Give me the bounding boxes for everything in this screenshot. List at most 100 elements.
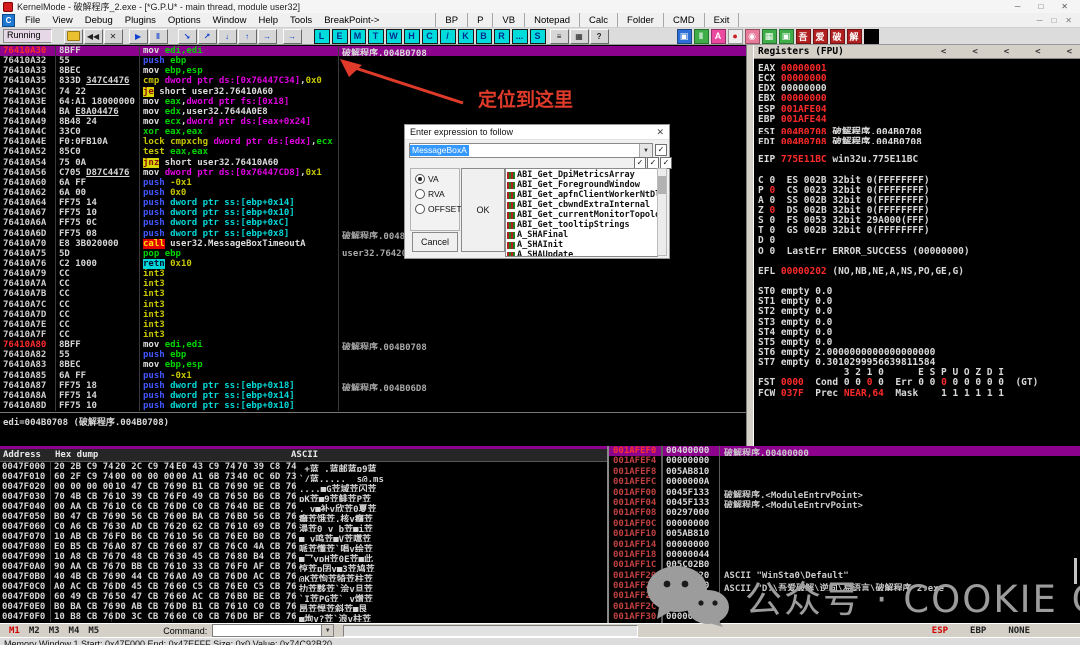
memory-tab-m3[interactable]: M3 (49, 626, 60, 636)
letter-button-C[interactable]: C (421, 28, 438, 44)
register-line[interactable]: EBP 001AFE44 (758, 114, 1080, 124)
disasm-row[interactable]: 76410A32 55 push ebp (0, 56, 746, 67)
radio-va[interactable]: VA (415, 174, 459, 184)
register-line[interactable]: ESI 004B0708 破解程序.004B0708 (758, 124, 1080, 134)
menu-calc[interactable]: Calc (579, 13, 617, 27)
register-line[interactable]: 3 2 1 0 E S P U O Z D I (758, 367, 1080, 377)
symbol-list-item[interactable]: A_SHAInit (506, 240, 657, 250)
register-line[interactable]: EFL 00000202 (NO,NB,NE,A,NS,PO,GE,G) (758, 266, 1080, 276)
hex-dump-row[interactable]: 0047F070 10 AB CB 76 F0 B6 CB 76 10 56 CB 7… (0, 532, 607, 542)
trace-into-button[interactable]: ↓ (217, 28, 237, 44)
menu-view[interactable]: View (46, 15, 78, 26)
register-line[interactable] (758, 164, 1080, 174)
dialog-title-bar[interactable]: Enter expression to follow ✕ (405, 125, 669, 140)
help-icon[interactable]: ? (589, 28, 609, 44)
register-line[interactable]: ST0 empty 0.0 (758, 286, 1080, 296)
mdi-child-icon[interactable]: C (2, 13, 15, 27)
register-line[interactable]: EIP 775E11BC win32u.775E11BC (758, 154, 1080, 164)
memory-tab-m1[interactable]: M1 (9, 626, 20, 636)
symbol-list-item[interactable]: ABI_Get_ForegroundWindow (506, 180, 657, 190)
step-over-button[interactable]: ↗ (197, 28, 217, 44)
register-line[interactable]: ST6 empty 2.0000000000000000000 (758, 347, 1080, 357)
stack-row[interactable]: 001AFEF8 005AB810 (609, 466, 1080, 478)
letter-button-H[interactable]: H (403, 28, 420, 44)
execute-till-return-button[interactable]: → (282, 28, 302, 44)
menu-notepad[interactable]: Notepad (524, 13, 579, 27)
collapse-icon[interactable]: < (1035, 47, 1040, 57)
menu-options[interactable]: Options (162, 15, 207, 26)
disasm-row[interactable]: 76410A83 8BEC mov ebp,esp (0, 360, 746, 371)
menu-vb[interactable]: VB (492, 13, 524, 27)
symbol-list-item[interactable]: A_SHAFinal (506, 230, 657, 240)
register-line[interactable]: FST 0000 Cond 0 0 0 0 Err 0 0 0 0 0 0 0 … (758, 377, 1080, 387)
grid-icon[interactable]: ▦ (569, 28, 589, 44)
symbol-list-item[interactable]: ABI_Get_apfnClientWorkerNtDll (506, 190, 657, 200)
green-screen-icon[interactable]: ▣ (778, 28, 794, 44)
stack-row[interactable]: 001AFF14 00000000 (609, 539, 1080, 550)
symbol-list-item[interactable]: ABI_Get_tooltipStrings (506, 220, 657, 230)
stack-row[interactable]: 001AFF2C 00000000 (609, 601, 1080, 613)
disasm-row[interactable]: 76410A7E CC int3 (0, 319, 746, 330)
stack-scrollbar[interactable] (1074, 558, 1077, 584)
hex-dump-row[interactable]: 0047F050 B0 47 CB 76 90 56 CB 76 00 BA CB 7… (0, 512, 607, 522)
hex-dump-row[interactable]: 0047F0E0 B0 BA CB 76 90 AB CB 76 D0 B1 CB 7… (0, 602, 607, 612)
record-icon[interactable]: ● (727, 28, 743, 44)
hex-dump-row[interactable]: 0047F010 60 2F C9 74 00 00 00 00 00 A1 6B 7… (0, 472, 607, 482)
disasm-row[interactable]: 76410A7B CC int3 (0, 289, 746, 300)
register-line[interactable]: C 0 ES 002B 32bit 0(FFFFFFFF) (758, 175, 1080, 185)
hex-dump-row[interactable]: 0047F0B0 40 4B CB 76 90 44 CB 76 A0 A9 CB 7… (0, 572, 607, 582)
hex-dump-row[interactable]: 0047F030 70 4B CB 76 10 39 CB 76 F0 49 CB 7… (0, 492, 607, 502)
rewind-button[interactable]: ◀◀ (83, 28, 103, 44)
cancel-button[interactable]: Cancel (412, 232, 458, 252)
chevron-down-icon[interactable]: ▼ (639, 144, 652, 157)
stack-row[interactable]: 001AFF04 0045F133 破解程序.<ModuleEntryPoint> (609, 497, 1080, 509)
disasm-row[interactable]: 76410A7C CC int3 (0, 299, 746, 310)
hex-dump-row[interactable]: 0047F0C0 A0 AC CB 76 D0 45 CB 76 60 C5 CB 7… (0, 582, 607, 592)
chevron-down-icon[interactable]: ▼ (321, 625, 334, 636)
register-line[interactable]: ST5 empty 0.0 (758, 337, 1080, 347)
register-line[interactable]: EAX 00000001 (758, 63, 1080, 73)
menu-cmd[interactable]: CMD (662, 13, 704, 27)
register-line[interactable]: ST1 empty 0.0 (758, 296, 1080, 306)
hex-dump-row[interactable]: 0047F0A0 90 AA CB 76 70 BB CB 76 10 33 CB 7… (0, 562, 607, 572)
stack-row[interactable]: 001AFF18 00000044 (609, 549, 1080, 561)
menu-tools[interactable]: Tools (284, 15, 318, 26)
register-line[interactable]: S 0 FS 0053 32bit 29A000(FFF) (758, 215, 1080, 225)
hex-dump-row[interactable]: 0047F0F0 10 B8 CB 76 D0 3C CB 76 60 C0 CB 7… (0, 612, 607, 622)
letter-button-S[interactable]: S (529, 28, 546, 44)
letter-button-M[interactable]: M (349, 28, 366, 44)
register-line[interactable]: ESP 001AFE04 (758, 104, 1080, 114)
disasm-row[interactable]: 76410A35 833D 347C4476 cmp dword ptr ds:[0… (0, 76, 746, 87)
black-icon[interactable]: ■ (863, 28, 879, 44)
symbol-list-item[interactable]: ABI_Get_cbwndExtraInternal (506, 200, 657, 210)
register-line[interactable]: P 0 CS 0023 32bit 0(FFFFFFFF) (758, 185, 1080, 195)
disasm-row[interactable]: 76410A85 6A FF push -0x1 (0, 370, 746, 381)
step-into-button[interactable]: ↘ (177, 28, 197, 44)
register-line[interactable]: Z 0 DS 002B 32bit 0(FFFFFFFF) (758, 205, 1080, 215)
memory-tab-m2[interactable]: M2 (29, 626, 40, 636)
disasm-row[interactable]: 76410A8A FF75 14 push dword ptr ss:[ebp+0x… (0, 390, 746, 401)
collapse-icon[interactable]: < (1067, 47, 1072, 57)
letter-button-L[interactable]: L (313, 28, 330, 44)
command-input[interactable]: ▼ (212, 624, 335, 637)
register-line[interactable]: ECX 00000000 (758, 73, 1080, 83)
symbol-list-scrollbar[interactable] (657, 168, 667, 256)
collapse-icon[interactable]: < (972, 47, 977, 57)
list-icon[interactable]: ≡ (549, 28, 569, 44)
hex-dump-row[interactable]: 0047F0D0 60 49 CB 76 50 47 CB 76 60 AC CB 7… (0, 592, 607, 602)
memory-tab-m5[interactable]: M5 (88, 626, 99, 636)
disasm-row[interactable]: 76410A7F CC int3 (0, 329, 746, 341)
disasm-row[interactable]: 76410A7A CC int3 (0, 279, 746, 290)
stack-row[interactable]: 001AFF08 00297000 (609, 508, 1080, 519)
stack-row[interactable]: 001AFEF4 00000000 (609, 456, 1080, 467)
letter-button-T[interactable]: T (367, 28, 384, 44)
menu-debug[interactable]: Debug (79, 15, 119, 26)
disasm-row[interactable]: 76410A3E 64:A1 18000000 mov eax,dword ptr … (0, 96, 746, 107)
close-process-button[interactable]: ✕ (103, 28, 123, 44)
disasm-row[interactable]: 76410A33 8BEC mov ebp,esp (0, 66, 746, 77)
stack-row[interactable]: 001AFF1C 005C02B0 (609, 560, 1080, 571)
blue-tool-icon[interactable]: ▣ (676, 28, 692, 44)
letter-button-more[interactable]: ... (511, 28, 528, 44)
close-icon[interactable]: ✕ (656, 127, 664, 138)
stack-row[interactable]: 001AFF24 005B8710 ASCII "D:\吾爱破解\逆向\易语言\破解… (609, 581, 1080, 592)
